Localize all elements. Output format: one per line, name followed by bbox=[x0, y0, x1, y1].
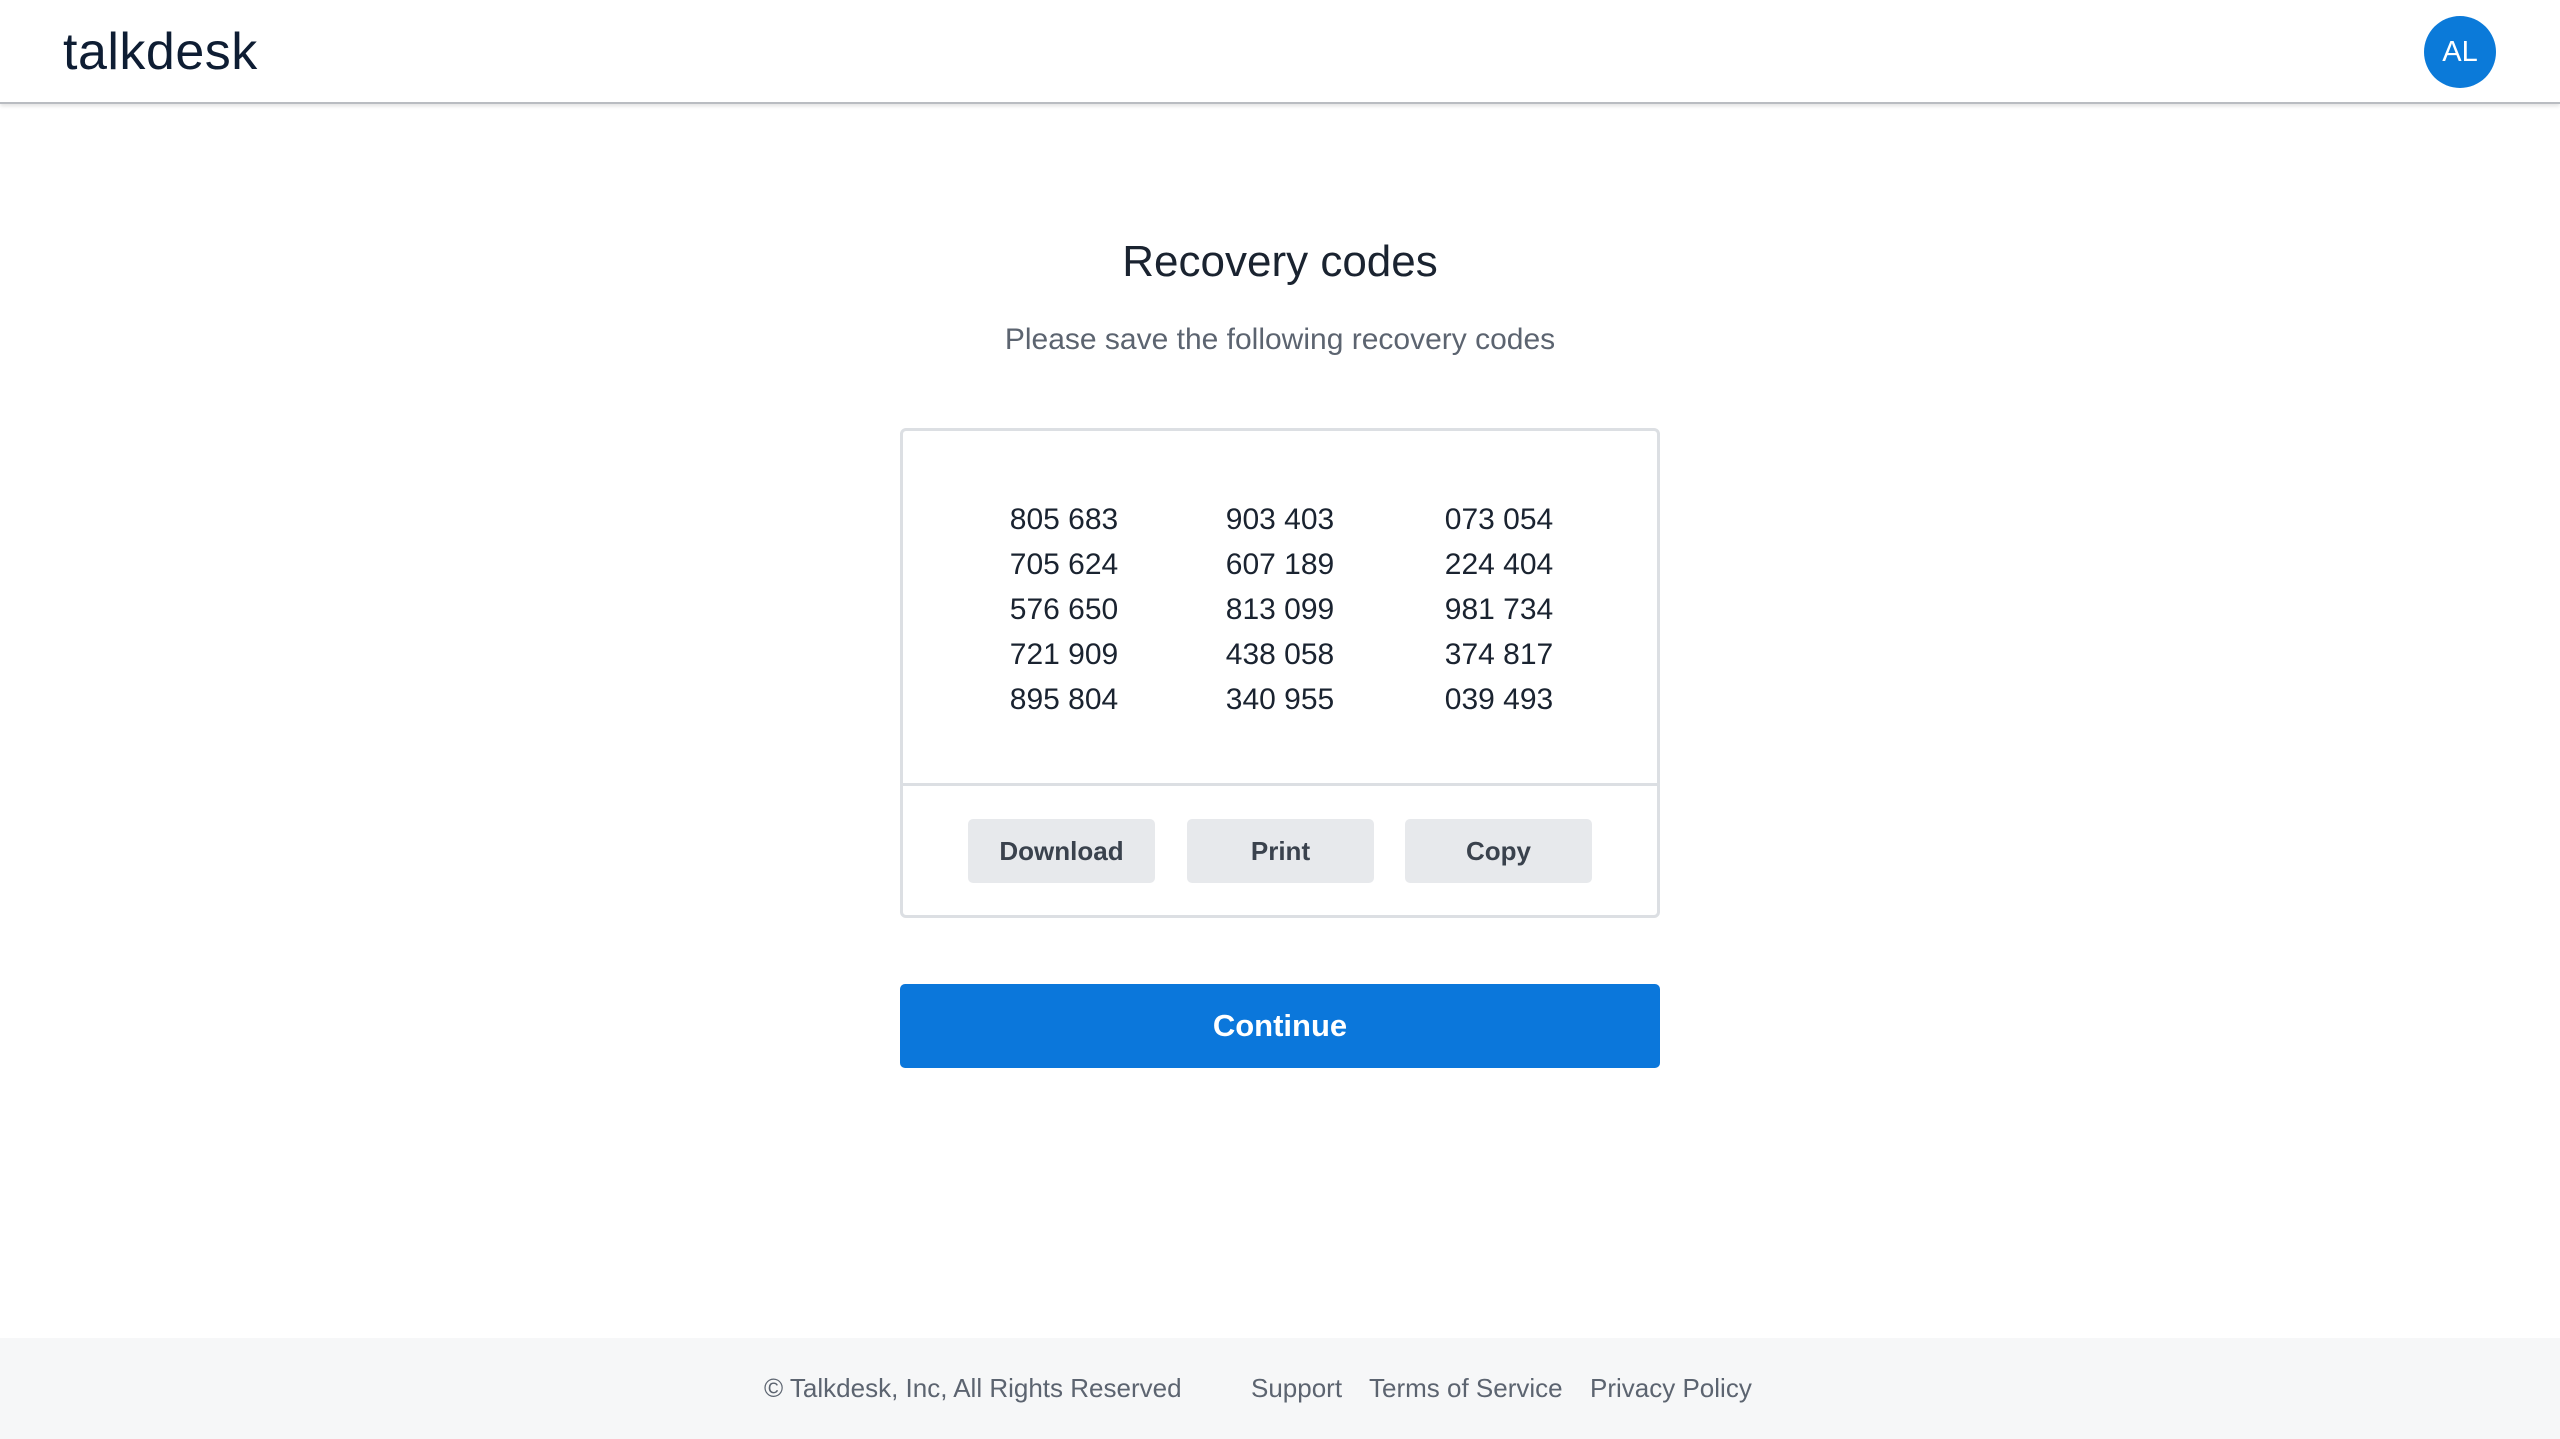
recovery-code: 374 817 bbox=[1444, 638, 1554, 671]
recovery-codes-card: 805 683 705 624 576 650 721 909 895 804 … bbox=[900, 428, 1660, 918]
recovery-code: 438 058 bbox=[1225, 638, 1335, 671]
recovery-code: 813 099 bbox=[1225, 593, 1335, 626]
continue-button[interactable]: Continue bbox=[900, 984, 1660, 1068]
codes-actions: Download Print Copy bbox=[903, 786, 1657, 915]
recovery-code: 039 493 bbox=[1444, 683, 1554, 716]
codes-column-1: 805 683 705 624 576 650 721 909 895 804 bbox=[964, 497, 1164, 722]
recovery-code: 340 955 bbox=[1225, 683, 1335, 716]
recovery-code: 607 189 bbox=[1225, 548, 1335, 581]
print-button[interactable]: Print bbox=[1187, 819, 1374, 883]
recovery-code: 705 624 bbox=[1009, 548, 1119, 581]
page-subtitle: Please save the following recovery codes bbox=[1004, 323, 1556, 356]
recovery-code: 073 054 bbox=[1444, 503, 1554, 536]
page-title: Recovery codes bbox=[1122, 237, 1438, 286]
recovery-code: 224 404 bbox=[1444, 548, 1554, 581]
recovery-code: 721 909 bbox=[1009, 638, 1119, 671]
copyright-text: © Talkdesk, Inc, All Rights Reserved bbox=[764, 1373, 1182, 1403]
recovery-code: 981 734 bbox=[1444, 593, 1554, 626]
recovery-code: 805 683 bbox=[1009, 503, 1119, 536]
recovery-code: 576 650 bbox=[1009, 593, 1119, 626]
terms-of-service-link[interactable]: Terms of Service bbox=[1369, 1370, 1563, 1406]
page-footer: © Talkdesk, Inc, All Rights Reserved Sup… bbox=[0, 1338, 2560, 1439]
recovery-code: 895 804 bbox=[1009, 683, 1119, 716]
codes-column-3: 073 054 224 404 981 734 374 817 039 493 bbox=[1399, 497, 1599, 722]
support-link[interactable]: Support bbox=[1251, 1370, 1342, 1406]
top-header: talkdesk AL bbox=[0, 0, 2560, 104]
user-avatar[interactable]: AL bbox=[2424, 16, 2496, 88]
copy-button[interactable]: Copy bbox=[1405, 819, 1592, 883]
recovery-codes-grid: 805 683 705 624 576 650 721 909 895 804 … bbox=[903, 431, 1657, 786]
download-button[interactable]: Download bbox=[968, 819, 1155, 883]
codes-column-2: 903 403 607 189 813 099 438 058 340 955 bbox=[1180, 497, 1380, 722]
privacy-policy-link[interactable]: Privacy Policy bbox=[1590, 1370, 1752, 1406]
recovery-code: 903 403 bbox=[1225, 503, 1335, 536]
talkdesk-logo[interactable]: talkdesk bbox=[63, 22, 258, 82]
